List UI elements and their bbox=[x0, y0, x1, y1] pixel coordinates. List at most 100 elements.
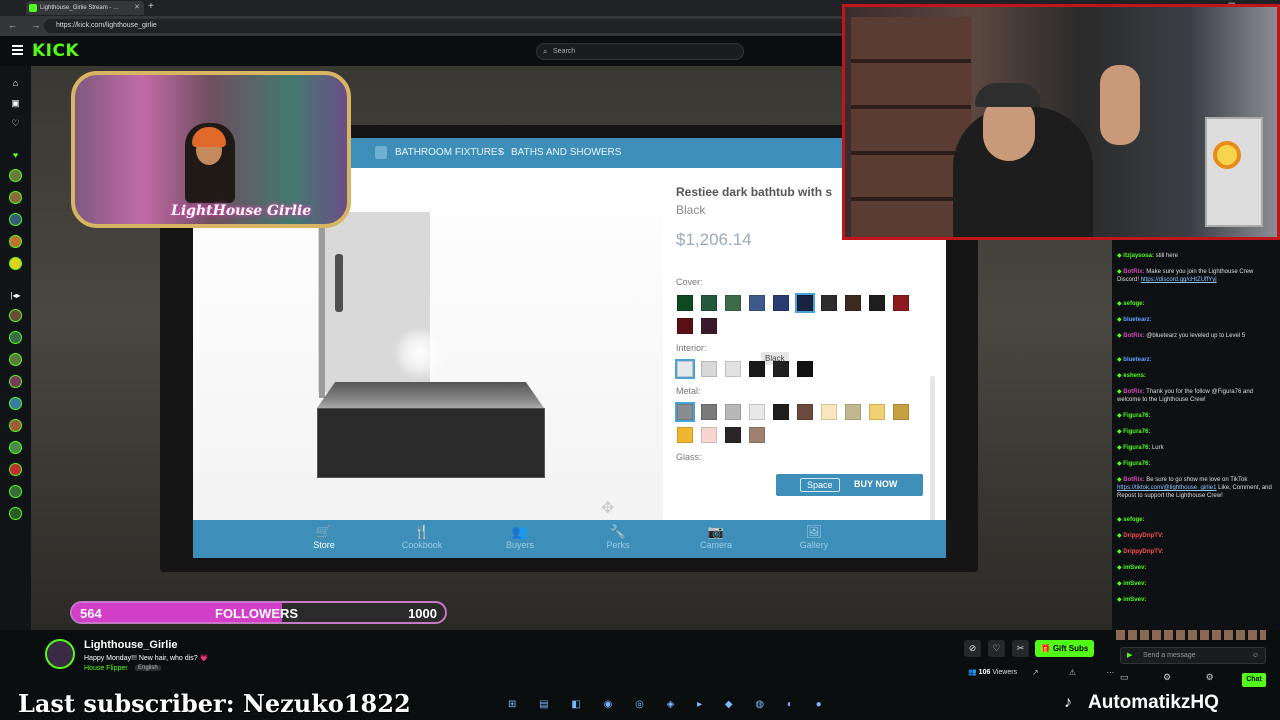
chat-username[interactable]: imSvev: bbox=[1123, 565, 1146, 571]
close-tab-icon[interactable]: ✕ bbox=[134, 3, 140, 11]
chat-username[interactable]: bluetearz: bbox=[1123, 317, 1151, 323]
options-scrollbar[interactable] bbox=[930, 376, 935, 532]
nav-cookbook[interactable]: 🍴 Cookbook bbox=[392, 524, 452, 550]
color-swatch[interactable] bbox=[725, 427, 741, 443]
recommended-channel-avatar[interactable] bbox=[9, 397, 22, 410]
menu-icon[interactable] bbox=[12, 45, 23, 55]
color-swatch[interactable] bbox=[701, 318, 717, 334]
chat-username[interactable]: BotRix: bbox=[1123, 333, 1144, 339]
color-swatch[interactable] bbox=[725, 361, 741, 377]
color-swatch[interactable] bbox=[893, 295, 909, 311]
color-swatch[interactable] bbox=[749, 361, 765, 377]
color-swatch[interactable] bbox=[725, 404, 741, 420]
chat-username[interactable]: BotRix: bbox=[1123, 477, 1144, 483]
color-swatch[interactable] bbox=[893, 404, 909, 420]
color-swatch[interactable] bbox=[677, 295, 693, 311]
recommended-channel-avatar[interactable] bbox=[9, 375, 22, 388]
chat-link[interactable]: https://discord.gg/cHtZUffYyj bbox=[1141, 277, 1217, 283]
color-swatch[interactable] bbox=[869, 295, 885, 311]
chat-username[interactable]: Figura76: bbox=[1123, 413, 1150, 419]
taskbar-icons[interactable]: ⊞ ▤ ◧ ◉ ◎ ◈ ▸ ◆ ◍ ◐ ● bbox=[508, 699, 832, 715]
nav-camera[interactable]: 📷 Camera bbox=[686, 524, 746, 550]
chat-input[interactable]: ▶ Send a message ☺ bbox=[1120, 647, 1266, 664]
color-swatch[interactable] bbox=[797, 404, 813, 420]
chat-emote-row[interactable] bbox=[1116, 630, 1266, 640]
breadcrumb-subcategory[interactable]: BATHS AND SHOWERS bbox=[511, 147, 621, 158]
following-icon[interactable]: ♡ bbox=[10, 118, 21, 129]
store-home-icon[interactable] bbox=[375, 146, 387, 159]
color-swatch[interactable] bbox=[795, 293, 815, 313]
color-swatch[interactable] bbox=[701, 404, 717, 420]
gift-subs-button[interactable]: 🎁 Gift Subs bbox=[1035, 640, 1094, 657]
mute-icon[interactable]: ⊘ bbox=[964, 640, 981, 657]
color-swatch[interactable] bbox=[821, 295, 837, 311]
chat-username[interactable]: itzjaysosa: bbox=[1123, 253, 1154, 259]
followed-channel-avatar[interactable] bbox=[9, 191, 22, 204]
rotate-icon[interactable]: ✥ bbox=[601, 498, 614, 518]
color-swatch[interactable] bbox=[773, 295, 789, 311]
color-swatch[interactable] bbox=[701, 427, 717, 443]
color-swatch[interactable] bbox=[701, 295, 717, 311]
nav-perks[interactable]: 🔧 Perks bbox=[588, 524, 648, 550]
chat-username[interactable]: DrippyDripTV: bbox=[1123, 533, 1163, 539]
browse-icon[interactable]: ▣ bbox=[10, 98, 21, 109]
chat-username[interactable]: Figura76: bbox=[1123, 461, 1150, 467]
color-swatch[interactable] bbox=[869, 404, 885, 420]
recommended-channel-avatar[interactable] bbox=[9, 507, 22, 520]
recommended-channel-avatar[interactable] bbox=[9, 309, 22, 322]
chat-username[interactable]: imSvev: bbox=[1123, 581, 1146, 587]
share-report-icons[interactable]: ↗ ⚠ ⋯ bbox=[1032, 668, 1128, 677]
chat-send-button[interactable]: Chat bbox=[1242, 673, 1266, 687]
notification-icon[interactable]: ♡ bbox=[988, 640, 1005, 657]
stream-category[interactable]: House Flipper bbox=[84, 665, 128, 672]
followed-channel-avatar[interactable] bbox=[9, 169, 22, 182]
kick-logo[interactable]: KICK bbox=[32, 41, 79, 61]
recommended-channel-avatar[interactable] bbox=[9, 463, 22, 476]
chat-tools-icon[interactable]: ▭ ⚙ ⚙ bbox=[1120, 672, 1230, 683]
color-swatch[interactable] bbox=[773, 404, 789, 420]
chat-username[interactable]: Figura76: bbox=[1123, 445, 1150, 451]
chat-username[interactable]: DrippyDripTV: bbox=[1123, 549, 1163, 555]
channel-avatar[interactable] bbox=[45, 639, 75, 669]
color-swatch[interactable] bbox=[677, 427, 693, 443]
color-swatch[interactable] bbox=[677, 318, 693, 334]
recommended-channel-avatar[interactable] bbox=[9, 331, 22, 344]
color-swatch[interactable] bbox=[821, 404, 837, 420]
color-swatch[interactable] bbox=[845, 404, 861, 420]
new-tab-icon[interactable]: + bbox=[148, 1, 154, 12]
chat-username[interactable]: BotRix: bbox=[1123, 269, 1144, 275]
chat-username[interactable]: sefoge: bbox=[1123, 301, 1144, 307]
search-input[interactable]: ⌕ Search bbox=[536, 43, 744, 60]
recommended-channel-avatar[interactable] bbox=[9, 485, 22, 498]
chat-username[interactable]: Figura76: bbox=[1123, 429, 1150, 435]
recommended-channel-avatar[interactable] bbox=[9, 353, 22, 366]
recommended-channel-avatar[interactable] bbox=[9, 441, 22, 454]
chat-username[interactable]: sefoge: bbox=[1123, 517, 1144, 523]
followed-channel-avatar[interactable] bbox=[9, 213, 22, 226]
recommended-channel-avatar[interactable] bbox=[9, 419, 22, 432]
color-swatch[interactable] bbox=[749, 295, 765, 311]
chat-mode-icon[interactable]: ▶ bbox=[1127, 648, 1132, 663]
color-swatch[interactable] bbox=[675, 359, 695, 379]
breadcrumb-category[interactable]: BATHROOM FIXTURES bbox=[395, 147, 504, 158]
color-swatch[interactable] bbox=[725, 295, 741, 311]
followed-channel-avatar[interactable] bbox=[9, 257, 22, 270]
color-swatch[interactable] bbox=[749, 427, 765, 443]
heart-icon[interactable]: ♥ bbox=[10, 150, 21, 161]
collapse-sidebar-icon[interactable]: |◂▸ bbox=[10, 290, 21, 301]
color-swatch[interactable] bbox=[773, 361, 789, 377]
color-swatch[interactable] bbox=[701, 361, 717, 377]
color-swatch[interactable] bbox=[675, 402, 695, 422]
buy-now-button[interactable]: Space BUY NOW bbox=[776, 474, 923, 496]
chat-username[interactable]: eshens: bbox=[1123, 373, 1146, 379]
home-icon[interactable]: ⌂ bbox=[10, 78, 21, 89]
nav-buyers[interactable]: 👥 Buyers bbox=[490, 524, 550, 550]
emoji-icon[interactable]: ☺ bbox=[1252, 648, 1259, 663]
clip-icon[interactable]: ✂ bbox=[1012, 640, 1029, 657]
channel-name[interactable]: Lighthouse_Girlie bbox=[84, 639, 178, 651]
nav-store[interactable]: 🛒 Store bbox=[294, 524, 354, 550]
nav-gallery[interactable]: 🖼 Gallery bbox=[784, 524, 844, 550]
color-swatch[interactable] bbox=[797, 361, 813, 377]
color-swatch[interactable] bbox=[749, 404, 765, 420]
browser-tab[interactable]: Lighthouse_Girlie Stream - … ✕ bbox=[26, 1, 144, 15]
